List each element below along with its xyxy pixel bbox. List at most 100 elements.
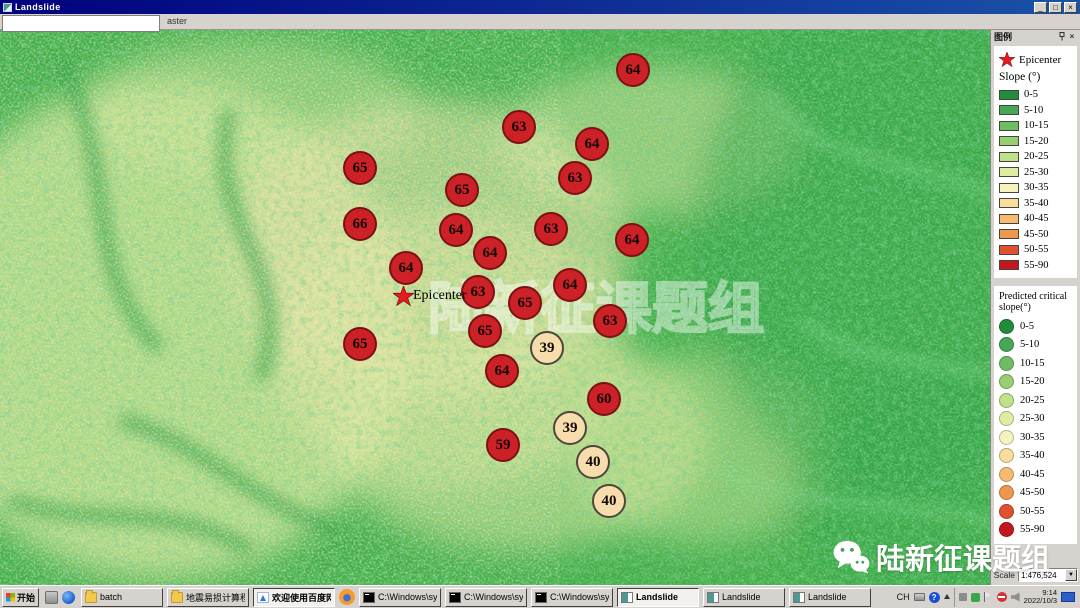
- slope-class-row: 5-10: [999, 103, 1073, 119]
- slope-marker[interactable]: 60: [587, 382, 621, 416]
- slope-marker[interactable]: 63: [558, 161, 592, 195]
- slope-marker[interactable]: 39: [553, 411, 587, 445]
- critical-swatch: [999, 504, 1014, 519]
- critical-class-row: 15-20: [999, 373, 1073, 392]
- slope-marker[interactable]: 63: [593, 304, 627, 338]
- epicenter-marker[interactable]: Epicenter: [393, 286, 467, 306]
- language-indicator[interactable]: CH: [897, 592, 910, 602]
- slope-marker[interactable]: 64: [615, 223, 649, 257]
- taskbar-button[interactable]: C:\Windows\syst...: [359, 588, 441, 607]
- toolbar: [0, 14, 1080, 30]
- slope-marker[interactable]: 65: [508, 286, 542, 320]
- slope-swatch: [999, 183, 1019, 193]
- close-button[interactable]: [1064, 2, 1077, 13]
- slope-class-label: 55-90: [1024, 260, 1049, 271]
- slope-class-label: 5-10: [1024, 105, 1043, 116]
- clock[interactable]: 9:14 2022/10/3: [1024, 589, 1057, 605]
- slope-class-label: 30-35: [1024, 182, 1049, 193]
- slope-swatch: [999, 105, 1019, 115]
- minimize-button[interactable]: [1034, 2, 1047, 13]
- critical-class-label: 50-55: [1020, 506, 1045, 517]
- critical-class-label: 5-10: [1020, 339, 1039, 350]
- critical-class-row: 50-55: [999, 502, 1073, 521]
- printer-icon[interactable]: [914, 593, 925, 601]
- taskbar-button-label: Landslide: [808, 592, 847, 602]
- slope-marker[interactable]: 40: [576, 445, 610, 479]
- slope-marker[interactable]: 65: [343, 151, 377, 185]
- flag-tray-icon[interactable]: [984, 592, 993, 602]
- pin-icon[interactable]: [1057, 32, 1067, 42]
- slope-marker[interactable]: 64: [616, 53, 650, 87]
- critical-class-list: 0-55-1010-1515-2020-2525-3030-3535-4040-…: [999, 317, 1073, 539]
- slope-swatch: [999, 229, 1019, 239]
- slope-marker[interactable]: 65: [445, 173, 479, 207]
- folder-icon: [85, 592, 97, 603]
- slope-marker[interactable]: 64: [473, 236, 507, 270]
- panel-close-icon[interactable]: ×: [1067, 32, 1077, 42]
- slope-marker[interactable]: 64: [575, 127, 609, 161]
- critical-class-row: 25-30: [999, 410, 1073, 429]
- toolbar-text: aster: [167, 16, 187, 26]
- slope-marker[interactable]: 59: [486, 428, 520, 462]
- taskbar-button-label: C:\Windows\syst...: [378, 592, 437, 602]
- taskbar-button-label: batch: [100, 592, 122, 602]
- slope-swatch: [999, 167, 1019, 177]
- critical-swatch: [999, 319, 1014, 334]
- slope-class-row: 15-20: [999, 134, 1073, 150]
- help-icon[interactable]: [929, 592, 940, 603]
- taskbar-button[interactable]: Landslide: [789, 588, 871, 607]
- slope-marker[interactable]: 63: [534, 212, 568, 246]
- volume-icon[interactable]: [1011, 593, 1020, 602]
- critical-swatch: [999, 485, 1014, 500]
- network-icon[interactable]: [1061, 592, 1075, 602]
- slope-swatch: [999, 121, 1019, 131]
- firefox-icon[interactable]: [339, 589, 355, 605]
- critical-class-label: 40-45: [1020, 469, 1045, 480]
- critical-class-label: 15-20: [1020, 376, 1045, 387]
- slope-marker[interactable]: 64: [389, 251, 423, 285]
- slope-marker[interactable]: 66: [343, 207, 377, 241]
- slope-swatch: [999, 214, 1019, 224]
- taskbar-button[interactable]: batch: [81, 588, 163, 607]
- slope-marker[interactable]: 39: [530, 331, 564, 365]
- slope-class-row: 30-35: [999, 180, 1073, 196]
- slope-class-label: 35-40: [1024, 198, 1049, 209]
- folder-icon: [171, 592, 183, 603]
- quick-launch: [42, 591, 78, 604]
- slope-class-label: 45-50: [1024, 229, 1049, 240]
- epicenter-star-icon: [393, 286, 414, 306]
- scale-combo[interactable]: 1:476,524 ▼: [1018, 568, 1078, 582]
- epicenter-star-icon: [999, 52, 1015, 67]
- taskbar-button[interactable]: C:\Windows\syst...: [445, 588, 527, 607]
- start-button[interactable]: 开始: [2, 588, 39, 607]
- taskbar-button[interactable]: Landslide: [617, 588, 699, 607]
- green-dot-icon[interactable]: [971, 593, 980, 602]
- slope-marker[interactable]: 65: [343, 327, 377, 361]
- legend-panel-header: 图例 ×: [991, 30, 1080, 43]
- show-desktop-icon[interactable]: [45, 591, 58, 604]
- slope-class-label: 20-25: [1024, 151, 1049, 162]
- slope-marker[interactable]: 64: [553, 268, 587, 302]
- critical-class-row: 45-50: [999, 484, 1073, 503]
- critical-swatch: [999, 522, 1014, 537]
- scale-dropdown-icon[interactable]: ▼: [1065, 569, 1077, 581]
- slope-swatch: [999, 198, 1019, 208]
- critical-class-row: 20-25: [999, 391, 1073, 410]
- taskbar-button[interactable]: Landslide: [703, 588, 785, 607]
- pen-icon[interactable]: [959, 593, 967, 601]
- taskbar-button-label: Landslide: [636, 592, 678, 602]
- taskbar-button[interactable]: C:\Windows\syst...: [531, 588, 613, 607]
- taskbar-button[interactable]: 地震易损计算程...: [167, 588, 249, 607]
- slope-marker[interactable]: 65: [468, 314, 502, 348]
- legend-panel: 图例 × Epicenter Slope (°) 0-55-1010-1515-…: [990, 30, 1080, 585]
- expand-arrow[interactable]: [944, 594, 950, 599]
- slope-marker[interactable]: 64: [439, 213, 473, 247]
- slope-marker[interactable]: 64: [485, 354, 519, 388]
- internet-icon[interactable]: [62, 591, 75, 604]
- maximize-button[interactable]: [1049, 2, 1062, 13]
- taskbar-button[interactable]: 欢迎使用百度网盘: [253, 588, 335, 607]
- slope-marker[interactable]: 63: [502, 110, 536, 144]
- no-entry-icon[interactable]: [997, 592, 1007, 602]
- layer-combo[interactable]: [2, 15, 160, 32]
- slope-marker[interactable]: 40: [592, 484, 626, 518]
